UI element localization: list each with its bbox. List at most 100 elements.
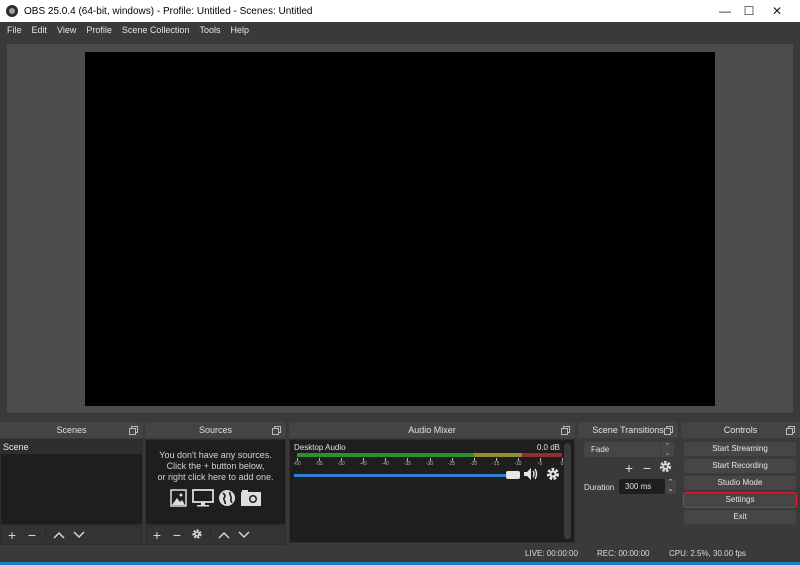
meter-tick-label: -25 (447, 461, 456, 467)
sources-title-label: Sources (198, 425, 233, 435)
meter-tick-label: -45 (359, 461, 367, 467)
gear-icon[interactable] (546, 467, 560, 481)
empty-line-3: or right click here to add one. (157, 472, 274, 482)
rec-timer: REC: 00:00:00 (597, 549, 650, 558)
source-properties-button[interactable] (190, 526, 204, 544)
empty-line-1: You don't have any sources. (159, 450, 272, 460)
studio-mode-button[interactable]: Studio Mode (684, 476, 796, 490)
toolbar-separator (45, 528, 46, 542)
start-recording-button[interactable]: Start Recording (684, 459, 796, 473)
add-scene-button[interactable]: + (5, 526, 19, 544)
chevron-up-icon (218, 531, 230, 539)
audio-mixer-title-label: Audio Mixer (408, 425, 456, 435)
window-title: OBS 25.0.4 (64-bit, windows) - Profile: … (24, 5, 313, 17)
menu-profile[interactable]: Profile (81, 22, 117, 39)
meter-tick-label: -55 (315, 461, 323, 467)
image-icon (170, 489, 187, 507)
menu-view[interactable]: View (52, 22, 81, 39)
sources-toolbar: + − (145, 525, 286, 545)
menu-file[interactable]: File (2, 22, 27, 39)
meter-zone-normal (297, 453, 474, 457)
undock-icon[interactable] (129, 426, 138, 435)
scene-transitions-dock-title: Scene Transitions (578, 422, 678, 438)
volume-slider-handle[interactable] (506, 471, 520, 479)
meter-tick-label: -60 (293, 461, 301, 467)
meter-tick-label: 0 (560, 461, 564, 467)
menu-scene-collection[interactable]: Scene Collection (117, 22, 195, 39)
channel-name: Desktop Audio (294, 443, 346, 452)
scene-transitions-dock: Scene Transitions Fade ⌃ ⌄ + − Duration 3… (578, 422, 678, 545)
mixer-scrollbar[interactable] (564, 443, 571, 539)
sources-empty-message: You don't have any sources. Click the + … (146, 450, 285, 483)
undock-icon[interactable] (786, 426, 795, 435)
cpu-fps-readout: CPU: 2.5%, 30.00 fps (669, 549, 746, 558)
remove-transition-button[interactable]: − (640, 459, 654, 477)
start-streaming-button[interactable]: Start Streaming (684, 442, 796, 456)
scenes-list[interactable]: Scene (0, 439, 143, 525)
transition-toolbar: + − (622, 459, 672, 477)
camera-icon (241, 490, 261, 506)
sources-dock-title: Sources (145, 422, 286, 438)
scenes-dock-title: Scenes (0, 422, 143, 438)
duration-spinner[interactable]: ⌃ ⌄ (665, 479, 676, 494)
chevron-down-icon (238, 531, 250, 539)
scenes-dock: Scenes Scene + − (0, 422, 143, 545)
exit-button[interactable]: Exit (684, 510, 796, 524)
obs-logo-icon (6, 5, 18, 17)
settings-button[interactable]: Settings (683, 492, 797, 508)
chevron-up-icon (53, 531, 65, 539)
move-scene-up-button[interactable] (52, 526, 66, 544)
meter-tick-label: -15 (492, 461, 500, 467)
add-source-button[interactable]: + (150, 526, 164, 544)
transition-select-value: Fade (591, 445, 610, 454)
sources-list[interactable]: You don't have any sources. Click the + … (145, 439, 286, 525)
title-bar: OBS 25.0.4 (64-bit, windows) - Profile: … (0, 0, 800, 22)
sources-dock: Sources You don't have any sources. Clic… (145, 422, 286, 545)
menu-tools[interactable]: Tools (194, 22, 225, 39)
preview-canvas[interactable] (85, 52, 715, 406)
close-button[interactable]: ✕ (754, 0, 800, 22)
volume-meter (297, 453, 562, 457)
gear-icon (192, 529, 202, 539)
meter-zone-error (522, 453, 562, 457)
undock-icon[interactable] (664, 426, 673, 435)
add-transition-button[interactable]: + (622, 459, 636, 477)
gear-icon (659, 460, 671, 473)
move-source-up-button[interactable] (217, 526, 231, 544)
preview-area[interactable] (7, 44, 793, 413)
undock-icon[interactable] (272, 426, 281, 435)
menu-edit[interactable]: Edit (27, 22, 53, 39)
undock-icon[interactable] (561, 426, 570, 435)
meter-tick-label: -35 (403, 461, 412, 467)
audio-mixer-dock-title: Audio Mixer (289, 422, 575, 438)
scenes-toolbar: + − (0, 525, 143, 545)
meter-tick-label: -10 (514, 461, 522, 467)
chevron-down-icon (73, 531, 85, 539)
remove-source-button[interactable]: − (170, 526, 184, 544)
controls-dock-title: Controls (681, 422, 800, 438)
transition-properties-button[interactable] (658, 459, 672, 477)
remove-scene-button[interactable]: − (25, 526, 39, 544)
menu-bar: File Edit View Profile Scene Collection … (0, 22, 800, 39)
controls-dock: Controls Start Streaming Start Recording… (681, 422, 800, 545)
combo-arrows-icon: ⌃ ⌄ (660, 442, 674, 457)
scene-list-item[interactable]: Scene (1, 440, 142, 454)
globe-icon (219, 490, 235, 506)
display-icon (192, 489, 214, 507)
controls-title-label: Controls (723, 425, 758, 435)
scenes-title-label: Scenes (56, 425, 87, 435)
live-timer: LIVE: 00:00:00 (525, 549, 578, 558)
menu-help[interactable]: Help (225, 22, 254, 39)
move-scene-down-button[interactable] (72, 526, 86, 544)
audio-mixer-dock: Audio Mixer Desktop Audio 0.0 dB -60 -55 -… (289, 422, 575, 545)
meter-tick-label: -40 (381, 461, 389, 467)
transition-select[interactable]: Fade ⌃ ⌄ (584, 442, 674, 457)
move-source-down-button[interactable] (237, 526, 251, 544)
empty-line-2: Click the + button below, (166, 461, 265, 471)
scene-transitions-title-label: Scene Transitions (592, 425, 664, 435)
speaker-icon[interactable] (523, 467, 539, 481)
duration-input[interactable]: 300 ms (619, 479, 665, 494)
volume-slider-track[interactable] (294, 474, 508, 477)
meter-tick-label: -50 (337, 461, 345, 467)
channel-level: 0.0 dB (536, 443, 560, 452)
